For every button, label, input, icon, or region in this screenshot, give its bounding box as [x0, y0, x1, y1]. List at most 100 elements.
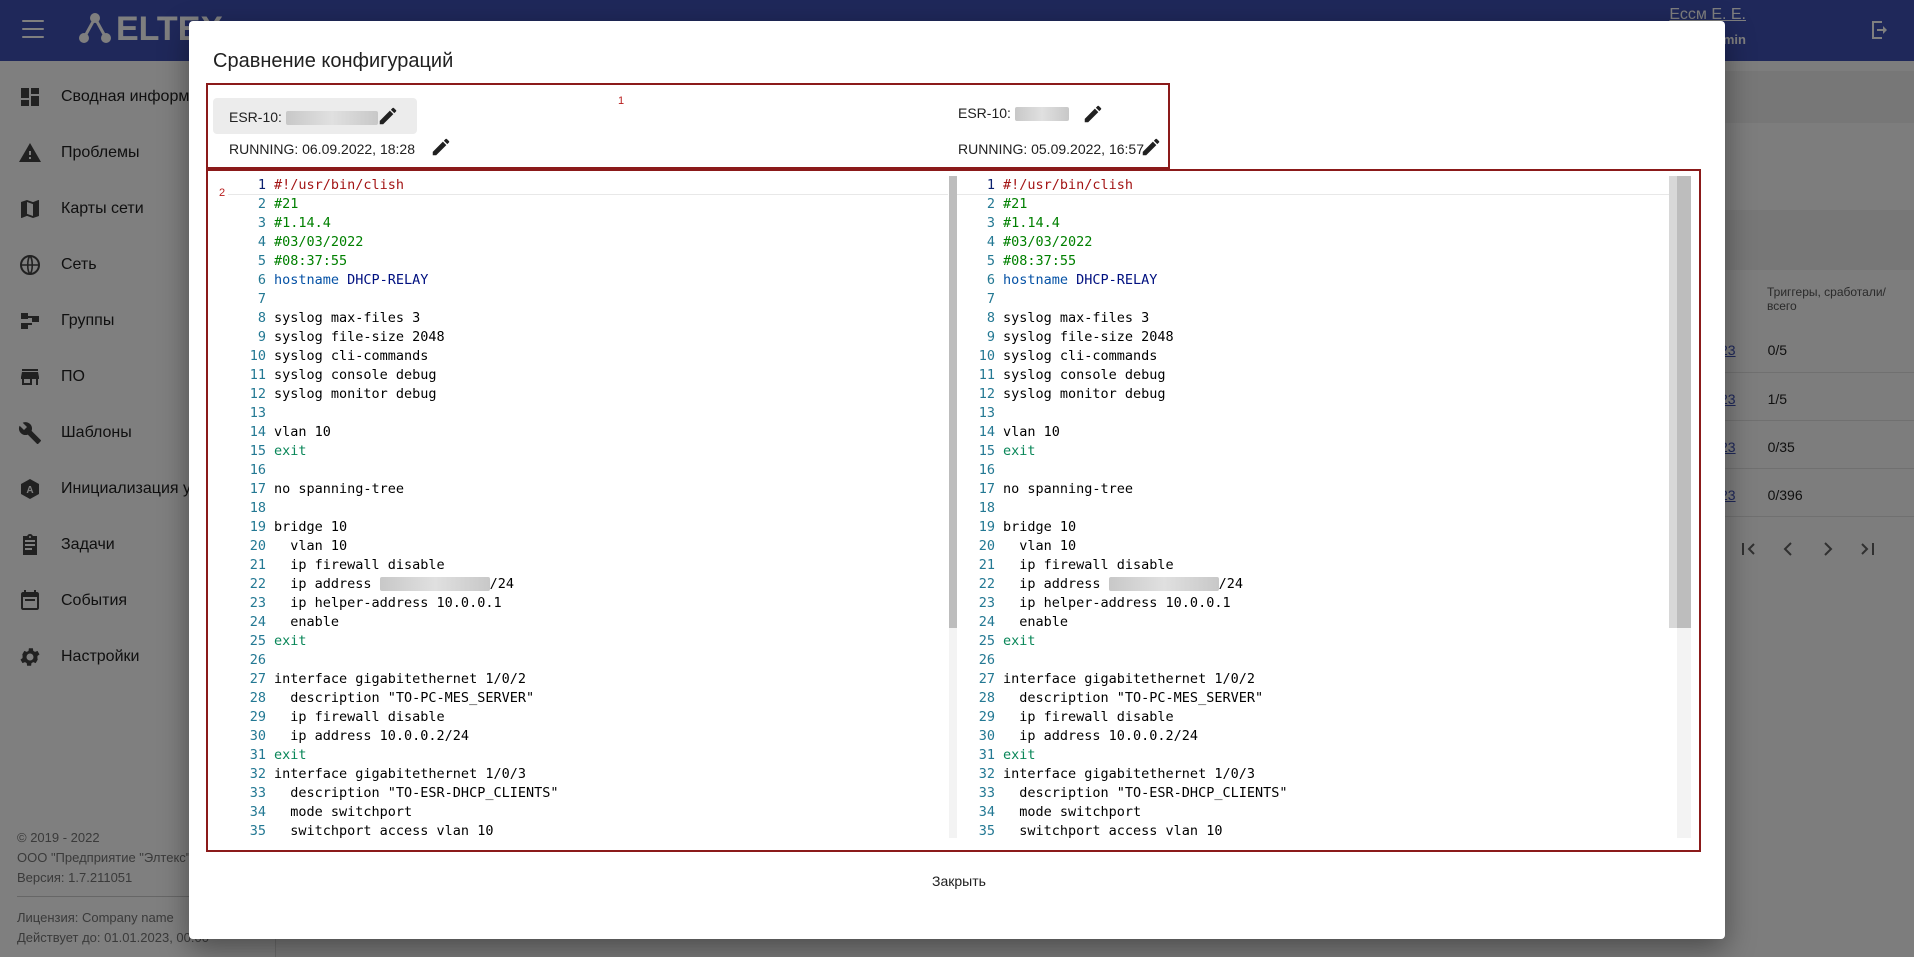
line-number: 23 [249, 595, 266, 611]
code-line: 17 no spanning-tree [228, 480, 948, 499]
code-text: switchport access vlan 10 [1003, 823, 1223, 838]
line-number: 26 [249, 652, 266, 668]
code-text: #08:37:55 [274, 253, 348, 269]
code-text: ip firewall disable [274, 709, 445, 725]
code-text: exit [1003, 633, 1036, 649]
line-number: 7 [986, 291, 995, 307]
code-text: ip firewall disable [1003, 709, 1174, 725]
code-line: 24 enable [228, 613, 948, 632]
line-number: 1 [986, 177, 995, 193]
code-line: 19 bridge 10 [957, 518, 1677, 537]
code-line: 25 exit [957, 632, 1677, 651]
code-line: 16 [957, 461, 1677, 480]
code-text: #!/usr/bin/clish [274, 177, 405, 193]
code-text: interface gigabitethernet 1/0/2 [1003, 671, 1255, 687]
code-line: 13 [957, 404, 1677, 423]
line-number: 4 [986, 234, 995, 250]
code-text: vlan 10 [274, 424, 331, 440]
code-text: ip firewall disable [1003, 557, 1174, 573]
scroll-thumb[interactable] [1677, 176, 1691, 628]
line-number: 27 [978, 671, 995, 687]
left-device-chip[interactable]: ESR-10: [213, 98, 417, 134]
line-number: 31 [978, 747, 995, 763]
line-number: 20 [978, 538, 995, 554]
code-line: 9 syslog file-size 2048 [228, 328, 948, 347]
code-line: 27 interface gigabitethernet 1/0/2 [228, 670, 948, 689]
line-number: 19 [249, 519, 266, 535]
code-text: hostname DHCP-RELAY [1003, 272, 1158, 288]
code-text: #!/usr/bin/clish [1003, 177, 1134, 193]
code-text: enable [1003, 614, 1069, 630]
line-number: 8 [986, 310, 995, 326]
code-line: 25 exit [228, 632, 948, 651]
code-line: 13 [228, 404, 948, 423]
close-button[interactable]: Закрыть [899, 863, 1019, 899]
code-line: 22 ip address /24 [228, 575, 948, 594]
line-number: 10 [978, 348, 995, 364]
right-scrollbar[interactable] [1677, 176, 1691, 838]
code-text: ip address /24 [274, 576, 515, 592]
code-line: 34 mode switchport [957, 803, 1677, 822]
code-text: description "TO-PC-MES_SERVER" [274, 690, 535, 706]
edit-icon[interactable] [430, 136, 452, 158]
code-text: syslog max-files 3 [274, 310, 421, 326]
left-config-label: RUNNING: 06.09.2022, 18:28 [229, 141, 415, 157]
code-text: syslog console debug [1003, 367, 1166, 383]
code-line: 21 ip firewall disable [957, 556, 1677, 575]
line-number: 15 [978, 443, 995, 459]
right-device-label: ESR-10: [958, 105, 1069, 122]
config-compare-dialog: Сравнение конфигураций ESR-10: 1 RUNNING… [189, 21, 1725, 939]
code-line: 4 #03/03/2022 [957, 233, 1677, 252]
line-number: 10 [249, 348, 266, 364]
line-number: 1 [257, 177, 266, 193]
code-line: 35 switchport access vlan 10 [228, 822, 948, 838]
edit-icon[interactable] [377, 105, 399, 127]
edit-icon[interactable] [1140, 136, 1162, 158]
code-line: 17 no spanning-tree [957, 480, 1677, 499]
line-number: 5 [986, 253, 995, 269]
line-number: 35 [249, 823, 266, 838]
code-line: 2 #21 [228, 195, 948, 214]
edit-icon[interactable] [1082, 103, 1104, 125]
code-line: 30 ip address 10.0.0.2/24 [228, 727, 948, 746]
line-number: 11 [249, 367, 266, 383]
code-text: ip firewall disable [274, 557, 445, 573]
code-line: 26 [957, 651, 1677, 670]
line-number: 13 [978, 405, 995, 421]
line-number: 23 [978, 595, 995, 611]
line-number: 5 [257, 253, 266, 269]
code-text: #1.14.4 [274, 215, 331, 231]
code-line: 2 #21 [957, 195, 1677, 214]
code-text: description "TO-ESR-DHCP_CLIENTS" [1003, 785, 1288, 801]
code-line: 23 ip helper-address 10.0.0.1 [228, 594, 948, 613]
line-number: 32 [249, 766, 266, 782]
code-line: 10 syslog cli-commands [957, 347, 1677, 366]
right-code-pane[interactable]: 1 #!/usr/bin/clish 2 #21 3 #1.14.4 4 #03/03/202… [957, 176, 1677, 838]
line-number: 12 [249, 386, 266, 402]
code-text: syslog monitor debug [1003, 386, 1166, 402]
left-code-pane[interactable]: 1 #!/usr/bin/clish 2 #21 3 #1.14.4 4 #03/03/202… [228, 176, 948, 838]
redacted-value [1014, 107, 1069, 122]
code-line: 30 ip address 10.0.0.2/24 [957, 727, 1677, 746]
line-number: 3 [986, 215, 995, 231]
code-line: 31 exit [228, 746, 948, 765]
line-number: 2 [986, 196, 995, 212]
line-number: 33 [978, 785, 995, 801]
code-line: 14 vlan 10 [957, 423, 1677, 442]
line-number: 31 [249, 747, 266, 763]
annotation-marker-2: 2 [219, 187, 226, 199]
code-text: description "TO-PC-MES_SERVER" [1003, 690, 1264, 706]
code-line: 32 interface gigabitethernet 1/0/3 [957, 765, 1677, 784]
line-number: 27 [249, 671, 266, 687]
line-number: 32 [978, 766, 995, 782]
code-text: #21 [274, 196, 299, 212]
code-line: 28 description "TO-PC-MES_SERVER" [957, 689, 1677, 708]
code-text: ip address 10.0.0.2/24 [274, 728, 470, 744]
line-number: 13 [249, 405, 266, 421]
code-line: 7 [957, 290, 1677, 309]
line-number: 9 [257, 329, 266, 345]
line-number: 34 [249, 804, 266, 820]
code-line: 1 #!/usr/bin/clish [957, 176, 1677, 195]
code-text: syslog console debug [274, 367, 437, 383]
code-line: 20 vlan 10 [957, 537, 1677, 556]
